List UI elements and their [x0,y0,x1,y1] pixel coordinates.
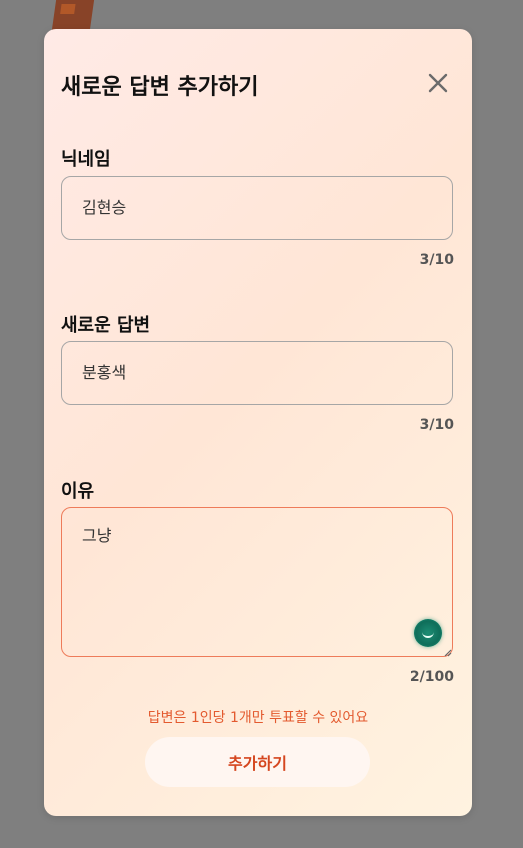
close-icon [428,73,448,93]
add-answer-button[interactable]: 추가하기 [145,737,370,787]
resize-handle-icon[interactable] [442,647,452,657]
modal-title: 새로운 답변 추가하기 [61,75,259,100]
answer-input[interactable]: 분홍색 [61,341,453,405]
grammar-assistant-icon[interactable] [414,619,442,647]
reason-label: 이유 [61,481,95,502]
nickname-label: 닉네임 [61,149,111,170]
close-button[interactable] [426,71,450,95]
vote-limit-notice: 답변은 1인당 1개만 투표할 수 있어요 [147,710,369,726]
answer-counter: 3/10 [419,417,454,433]
reason-textarea[interactable]: 그냥 [61,507,453,657]
nickname-input[interactable]: 김현승 [61,176,453,240]
reason-counter: 2/100 [409,669,454,685]
nickname-counter: 3/10 [419,252,454,268]
answer-label: 새로운 답변 [61,315,151,336]
add-answer-modal: 새로운 답변 추가하기 닉네임 김현승 3/10 새로운 답변 분홍색 3/10… [44,29,472,816]
background-logo [51,0,95,30]
